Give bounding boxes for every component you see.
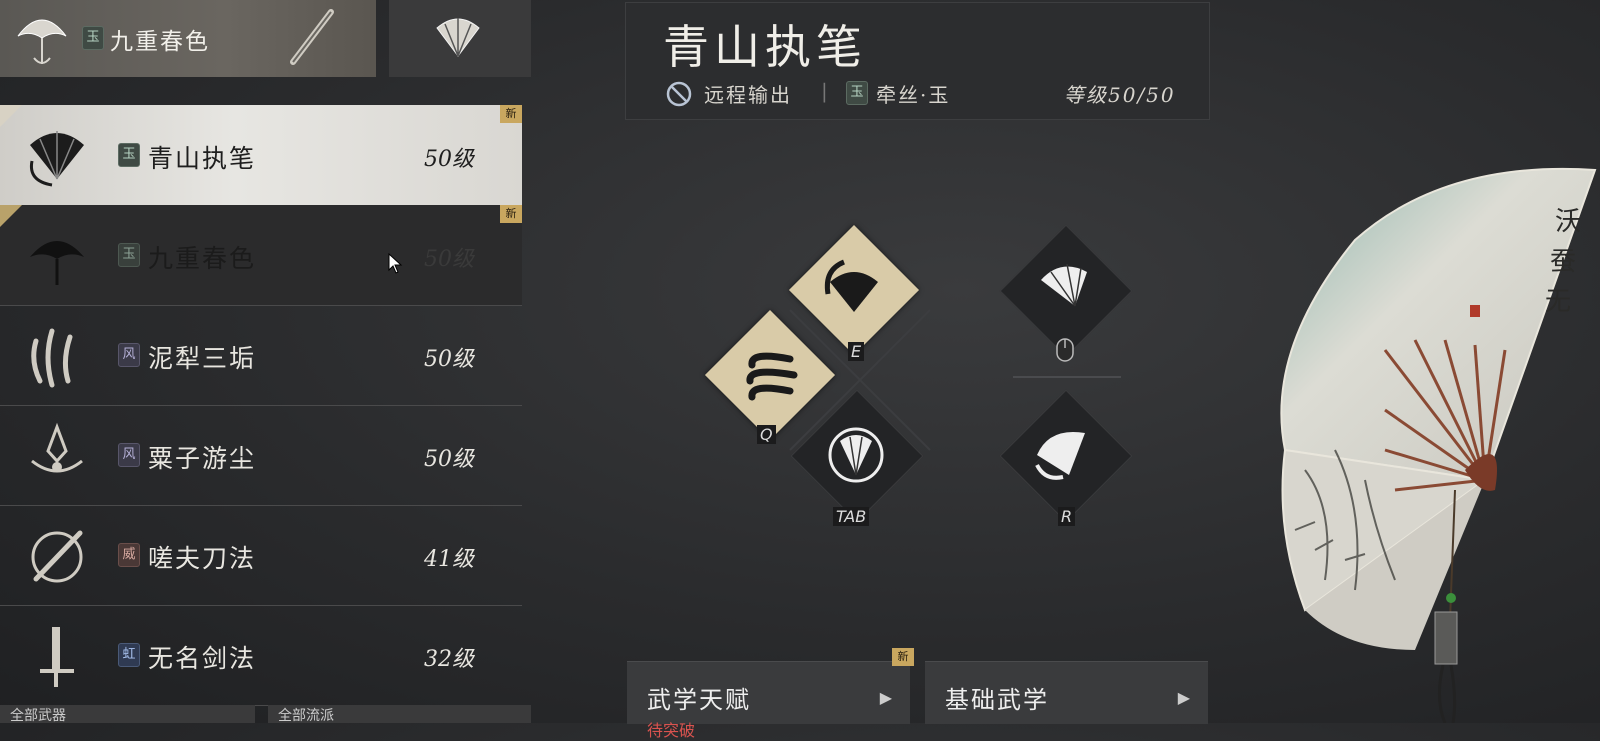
- weapon-info-header: 青山执笔 远程输出 | 玉 牵丝·玉 等级50/50: [625, 2, 1210, 120]
- weapon-name: 粟子游尘: [148, 444, 257, 473]
- grade-badge: 虹: [118, 643, 140, 667]
- skill-mouse[interactable]: [999, 224, 1133, 362]
- weapon-row[interactable]: 玉 九重春色 50级 新: [0, 205, 522, 306]
- weapon-row[interactable]: 虹 无名剑法 32级: [0, 605, 522, 706]
- check-corner-icon: [0, 105, 22, 127]
- spear-tip-icon: [31, 422, 83, 473]
- umbrella-weapon-icon: [17, 19, 67, 64]
- grade-badge: 风: [118, 343, 140, 367]
- weapon-row[interactable]: 风 泥犁三垢 50级: [0, 305, 522, 406]
- basic-martial-panel[interactable]: 基础武学 ▶: [925, 661, 1208, 724]
- fan-weapon-icon: [29, 131, 84, 187]
- weapon-title: 青山执笔: [663, 20, 867, 74]
- key-label-tab: TAB: [833, 507, 870, 526]
- sword-icon: [40, 627, 74, 687]
- key-label-e: E: [848, 342, 865, 361]
- chevron-right-icon: ▶: [879, 688, 892, 707]
- panel-label: 武学天赋: [647, 686, 751, 714]
- grade-badge: 玉: [118, 243, 140, 267]
- weapon-name: 青山执笔: [148, 144, 257, 173]
- chevron-right-icon: ▶: [1177, 688, 1190, 707]
- martial-talent-panel[interactable]: 武学天赋 待突破 ▶ 新: [627, 648, 914, 740]
- fan-weapon-icon: [436, 18, 480, 57]
- closed-umbrella-icon: [290, 9, 334, 65]
- crossed-blades-icon: [31, 530, 83, 583]
- triple-blade-icon: [31, 328, 73, 388]
- umbrella-weapon-icon: [30, 241, 84, 285]
- skill-r[interactable]: R: [999, 389, 1133, 526]
- school-label: 牵丝·玉: [876, 83, 951, 107]
- mouse-button-icon: [1056, 338, 1074, 362]
- weapon-row[interactable]: 玉 青山执笔 50级 新: [0, 105, 522, 206]
- ranged-role-icon: [666, 81, 692, 107]
- weapon-level: 41级: [424, 547, 474, 572]
- check-corner-icon: [0, 205, 22, 227]
- fan-circle-icon: [828, 427, 884, 483]
- weapon-level: 50级: [424, 347, 474, 372]
- new-tag: 新: [500, 105, 522, 123]
- equipped-secondary-slot[interactable]: [389, 0, 531, 77]
- weapon-level: 32级: [424, 647, 474, 672]
- svg-text:蚕: 蚕: [1550, 247, 1576, 277]
- all-schools-tab[interactable]: 全部流派: [268, 705, 531, 723]
- open-fan-icon: [1041, 263, 1087, 307]
- key-label-r: R: [1058, 507, 1076, 526]
- weapon-name: 泥犁三垢: [148, 344, 257, 373]
- all-weapons-tab[interactable]: 全部武器: [0, 705, 255, 723]
- key-label-q: Q: [757, 425, 776, 444]
- role-label: 远程输出: [704, 83, 792, 107]
- panel-status: 待突破: [647, 721, 696, 740]
- panel-label: 基础武学: [945, 686, 1049, 714]
- divider: [1013, 376, 1121, 378]
- weapon-level: 50级: [424, 247, 474, 272]
- grade-badge: 玉: [846, 81, 868, 105]
- grade-badge: 玉: [82, 26, 104, 50]
- fan-sweep-icon: [1035, 431, 1085, 480]
- new-tag: 新: [500, 205, 522, 223]
- svg-text:沃: 沃: [1555, 207, 1581, 237]
- level-label: 等级50/50: [1064, 83, 1176, 107]
- grade-badge: 威: [118, 543, 140, 567]
- fan-weapon-artwork: 沃 蚕 无: [1280, 167, 1597, 723]
- weapon-row[interactable]: 风 粟子游尘 50级: [0, 405, 522, 506]
- skill-tab[interactable]: TAB: [790, 389, 924, 526]
- weapon-level: 50级: [424, 147, 474, 172]
- weapon-name: 九重春色: [148, 244, 257, 273]
- svg-text:无: 无: [1545, 287, 1571, 317]
- separator: |: [821, 79, 830, 103]
- weapon-level: 50级: [424, 447, 474, 472]
- grade-badge: 玉: [118, 143, 140, 167]
- mouse-cursor-icon: [388, 253, 403, 274]
- weapon-row[interactable]: 威 嗟夫刀法 41级: [0, 505, 522, 606]
- equipped-weapon-slot[interactable]: 玉 九重春色: [0, 0, 376, 77]
- weapon-name: 无名剑法: [148, 644, 257, 673]
- grade-badge: 风: [118, 443, 140, 467]
- new-tag: 新: [892, 648, 914, 666]
- weapon-name: 嗟夫刀法: [148, 544, 257, 573]
- equipped-weapon-name: 九重春色: [110, 29, 210, 55]
